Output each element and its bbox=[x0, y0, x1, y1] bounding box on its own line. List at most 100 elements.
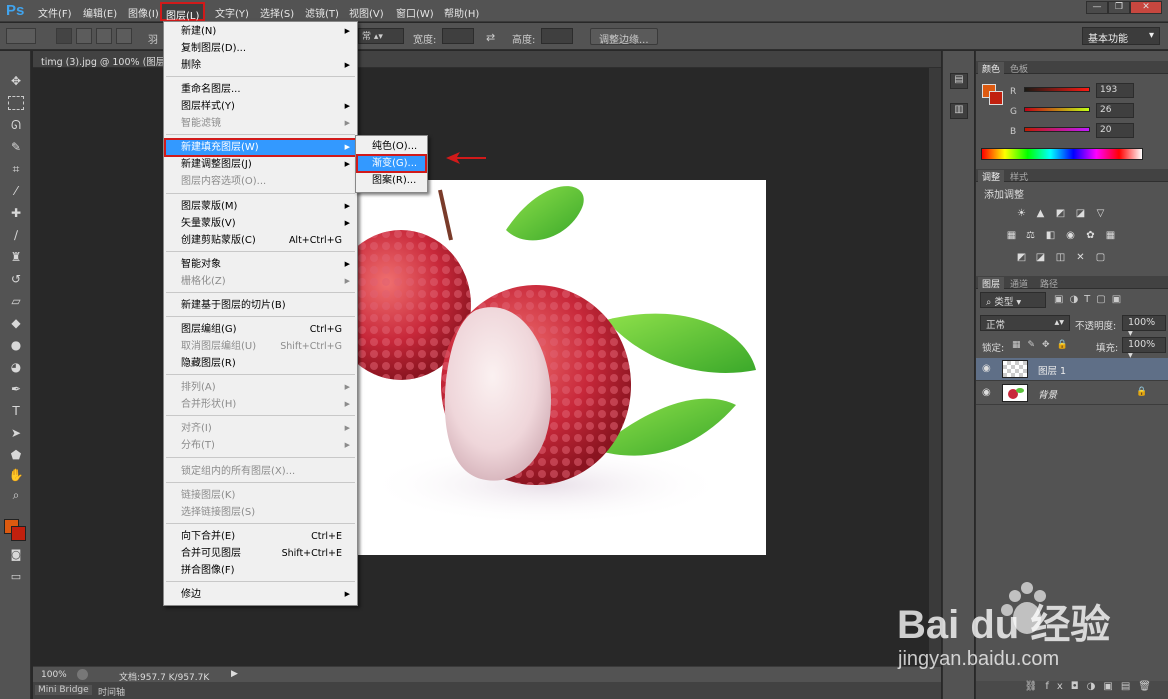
workspace-select[interactable]: 基本功能 ▾ bbox=[1082, 27, 1160, 45]
fill-submenu-item[interactable]: 图案(R)... bbox=[357, 172, 426, 189]
layer-menu-item[interactable]: 图层编组(G) Ctrl+G bbox=[165, 321, 356, 338]
background-color-swatch[interactable] bbox=[11, 526, 26, 541]
menu-layer[interactable]: 图层(L) bbox=[160, 2, 206, 22]
dodge-tool-icon[interactable]: ◕ bbox=[5, 357, 27, 377]
brightness-icon[interactable]: ☀ bbox=[1015, 207, 1028, 220]
channel-mixer-icon[interactable]: ✿ bbox=[1084, 229, 1097, 242]
layer-name[interactable]: 背景 bbox=[1038, 387, 1057, 401]
layer-menu-item[interactable]: 合并可见图层 Shift+Ctrl+E bbox=[165, 545, 356, 562]
menu-select[interactable]: 选择(S) bbox=[260, 5, 294, 20]
visibility-eye-icon[interactable]: ◉ bbox=[982, 387, 991, 398]
layer-menu-item[interactable]: 拼合图像(F) bbox=[165, 562, 356, 579]
layer-menu-item[interactable]: 新建基于图层的切片(B) bbox=[165, 297, 356, 314]
layer-filter-select[interactable]: ⌕ 类型 ▾ bbox=[980, 292, 1046, 308]
lasso-tool-icon[interactable]: ᘏ bbox=[5, 115, 27, 135]
fill-submenu-item[interactable]: 渐变(G)... bbox=[356, 154, 427, 173]
layer-menu-item[interactable]: 新建填充图层(W) ▶ bbox=[164, 138, 357, 157]
photo-filter-icon[interactable]: ◉ bbox=[1064, 229, 1077, 242]
opacity-input[interactable]: 100% ▾ bbox=[1122, 315, 1166, 339]
hand-tool-icon[interactable]: ✋ bbox=[5, 465, 27, 485]
menu-view[interactable]: 视图(V) bbox=[349, 5, 384, 20]
layer-menu-item[interactable]: 创建剪贴蒙版(C) Alt+Ctrl+G bbox=[165, 232, 356, 249]
tab-timeline[interactable]: 时间轴 bbox=[95, 685, 128, 698]
levels-icon[interactable]: ▲ bbox=[1034, 207, 1047, 220]
selective-color-icon[interactable]: ▢ bbox=[1094, 251, 1107, 264]
type-tool-icon[interactable]: T bbox=[5, 401, 27, 421]
g-slider[interactable] bbox=[1024, 107, 1090, 112]
bw-icon[interactable]: ◧ bbox=[1044, 229, 1057, 242]
visibility-eye-icon[interactable]: ◉ bbox=[982, 363, 991, 374]
subtract-selection-icon[interactable] bbox=[96, 28, 112, 44]
intersect-selection-icon[interactable] bbox=[116, 28, 132, 44]
swap-icon[interactable]: ⇄ bbox=[486, 31, 495, 44]
menu-image[interactable]: 图像(I) bbox=[128, 5, 159, 20]
canvas-scrollbar[interactable] bbox=[929, 68, 941, 666]
vibrance-icon[interactable]: ▽ bbox=[1094, 207, 1107, 220]
layer-row-background[interactable]: ◉ 背景 🔒 bbox=[976, 382, 1168, 405]
shape-tool-icon[interactable]: ⬟ bbox=[5, 445, 27, 465]
tab-channels[interactable]: 通道 bbox=[1006, 277, 1032, 290]
eraser-tool-icon[interactable]: ▱ bbox=[5, 291, 27, 311]
eyedropper-tool-icon[interactable]: ⁄ bbox=[5, 181, 27, 201]
menu-edit[interactable]: 编辑(E) bbox=[83, 5, 117, 20]
color-spectrum[interactable] bbox=[981, 148, 1143, 160]
tab-layers[interactable]: 图层 bbox=[978, 277, 1005, 290]
history-brush-icon[interactable]: ↺ bbox=[5, 269, 27, 289]
blend-mode-select[interactable]: 正常 ▴▾ bbox=[980, 315, 1070, 331]
menu-filter[interactable]: 滤镜(T) bbox=[305, 5, 339, 20]
tab-swatches[interactable]: 色板 bbox=[1006, 62, 1032, 75]
fill-input[interactable]: 100% ▾ bbox=[1122, 337, 1166, 361]
layer-menu-item[interactable]: 新建调整图层(J) ▶ bbox=[165, 156, 356, 173]
new-selection-icon[interactable] bbox=[56, 28, 72, 44]
minimize-icon[interactable]: — bbox=[1086, 1, 1108, 14]
screen-mode-icon[interactable]: ▭ bbox=[5, 567, 27, 587]
quick-mask-icon[interactable]: ◙ bbox=[5, 545, 27, 565]
zoom-tool-icon[interactable]: ⌕ bbox=[5, 485, 27, 505]
crop-tool-icon[interactable]: ⌗ bbox=[5, 159, 27, 179]
tab-mini-bridge[interactable]: Mini Bridge bbox=[35, 685, 92, 695]
b-slider[interactable] bbox=[1024, 127, 1090, 132]
bucket-tool-icon[interactable]: ◆ bbox=[5, 313, 27, 333]
pen-tool-icon[interactable]: ✒ bbox=[5, 379, 27, 399]
layer-menu-item[interactable]: 复制图层(D)... bbox=[165, 40, 356, 57]
restore-icon[interactable]: ❐ bbox=[1108, 1, 1130, 14]
layer-row-layer1[interactable]: ◉ 图层 1 bbox=[976, 358, 1168, 381]
menu-type[interactable]: 文字(Y) bbox=[215, 5, 249, 20]
balance-icon[interactable]: ⚖ bbox=[1024, 229, 1037, 242]
quick-select-tool-icon[interactable]: ✎ bbox=[5, 137, 27, 157]
fill-submenu-item[interactable]: 纯色(O)... bbox=[357, 138, 426, 155]
tab-paths[interactable]: 路径 bbox=[1036, 277, 1062, 290]
style-select[interactable]: 常 ▴▾ bbox=[358, 28, 404, 44]
marquee-tool-icon[interactable] bbox=[8, 96, 24, 110]
posterize-icon[interactable]: ◪ bbox=[1034, 251, 1047, 264]
r-value[interactable]: 193 bbox=[1096, 83, 1134, 98]
layer-menu-item[interactable]: 向下合并(E) Ctrl+E bbox=[165, 528, 356, 545]
layer-menu-item[interactable]: 修边 ▶ bbox=[165, 586, 356, 603]
color-lookup-icon[interactable]: ▦ bbox=[1104, 229, 1117, 242]
layer-menu-item[interactable]: 删除 ▶ bbox=[165, 57, 356, 74]
layer-menu-item[interactable]: 重命名图层... bbox=[165, 81, 356, 98]
properties-panel-icon[interactable]: ▥ bbox=[950, 103, 968, 119]
path-select-icon[interactable]: ➤ bbox=[5, 423, 27, 443]
lock-icons[interactable]: ▦✎✥🔒 bbox=[1012, 340, 1075, 350]
filter-icons[interactable]: ▣◑T▢▣ bbox=[1054, 294, 1127, 305]
b-value[interactable]: 20 bbox=[1096, 123, 1134, 138]
layer-menu-item[interactable]: 图层蒙版(M) ▶ bbox=[165, 198, 356, 215]
exposure-icon[interactable]: ◪ bbox=[1074, 207, 1087, 220]
curves-icon[interactable]: ◩ bbox=[1054, 207, 1067, 220]
invert-icon[interactable]: ◩ bbox=[1015, 251, 1028, 264]
layer-menu-item[interactable]: 新建(N) ▶ bbox=[165, 23, 356, 40]
hue-icon[interactable]: ▦ bbox=[1005, 229, 1018, 242]
menu-help[interactable]: 帮助(H) bbox=[444, 5, 479, 20]
gradient-map-icon[interactable]: ✕ bbox=[1074, 251, 1087, 264]
move-tool-icon[interactable]: ✥ bbox=[5, 71, 27, 91]
refine-edge-button[interactable]: 调整边缘... bbox=[590, 28, 658, 46]
tab-styles[interactable]: 样式 bbox=[1006, 170, 1032, 183]
status-info-icon[interactable] bbox=[77, 669, 88, 680]
g-value[interactable]: 26 bbox=[1096, 103, 1134, 118]
stamp-tool-icon[interactable]: ♜ bbox=[5, 247, 27, 267]
status-arrow-icon[interactable]: ▶ bbox=[231, 669, 238, 679]
layer-menu-item[interactable]: 矢量蒙版(V) ▶ bbox=[165, 215, 356, 232]
brush-tool-icon[interactable]: ∕ bbox=[5, 225, 27, 245]
tab-adjustments[interactable]: 调整 bbox=[978, 170, 1005, 183]
